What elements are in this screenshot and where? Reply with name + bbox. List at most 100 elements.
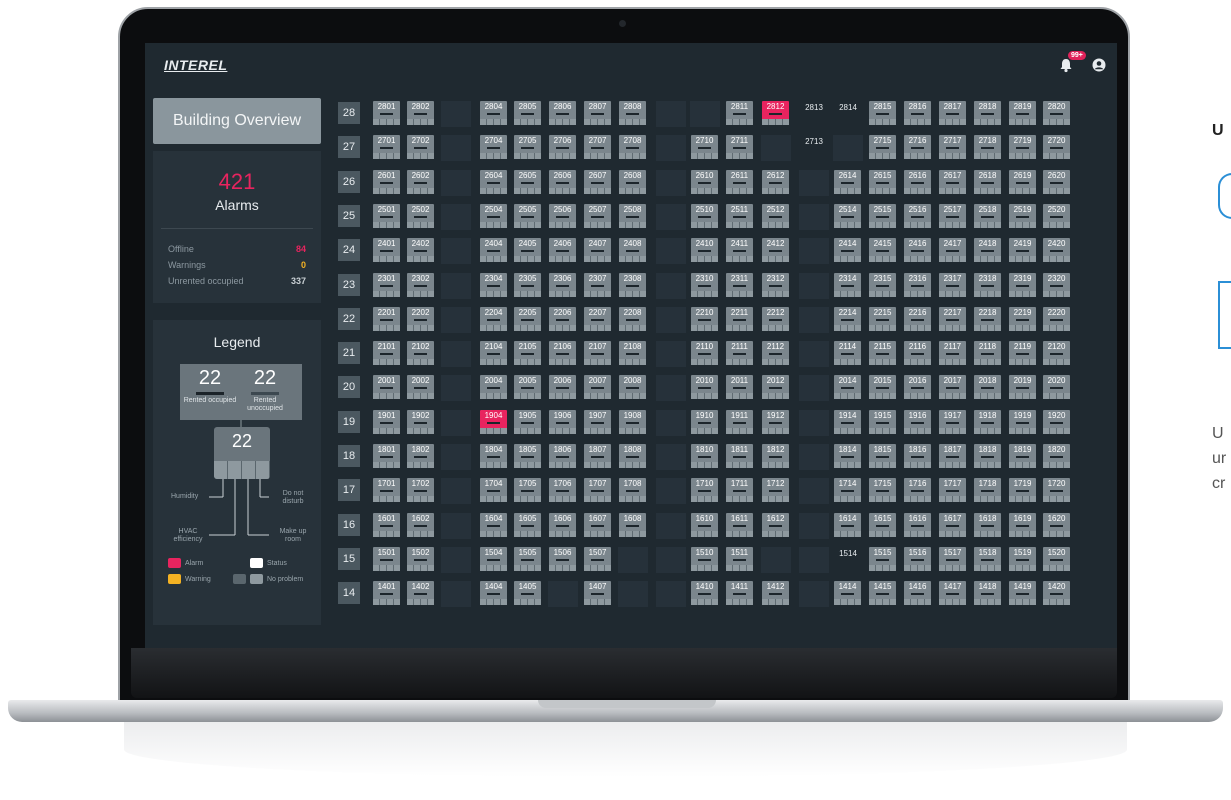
room-tile-1816[interactable]: 1816 xyxy=(904,444,931,468)
room-tile-1401[interactable]: 1401 xyxy=(373,581,400,605)
room-tile-2212[interactable]: 2212 xyxy=(762,307,789,331)
room-2813[interactable]: 2813 xyxy=(799,103,829,112)
room-tile-1818[interactable]: 1818 xyxy=(974,444,1001,468)
room-tile-1414[interactable]: 1414 xyxy=(834,581,861,605)
room-tile-1819[interactable]: 1819 xyxy=(1009,444,1036,468)
room-tile-1407[interactable]: 1407 xyxy=(584,581,611,605)
room-tile-2705[interactable]: 2705 xyxy=(514,135,541,159)
room-tile-2017[interactable]: 2017 xyxy=(939,375,966,399)
room-tile-2704[interactable]: 2704 xyxy=(480,135,507,159)
room-tile-1720[interactable]: 1720 xyxy=(1043,478,1070,502)
room-tile-1806[interactable]: 1806 xyxy=(549,444,576,468)
room-tile-1914[interactable]: 1914 xyxy=(834,410,861,434)
room-tile-2302[interactable]: 2302 xyxy=(407,273,434,297)
room-tile-2202[interactable]: 2202 xyxy=(407,307,434,331)
room-tile-2706[interactable]: 2706 xyxy=(549,135,576,159)
room-tile-1504[interactable]: 1504 xyxy=(480,547,507,571)
room-tile-1810[interactable]: 1810 xyxy=(691,444,718,468)
room-tile-1417[interactable]: 1417 xyxy=(939,581,966,605)
room-tile-2408[interactable]: 2408 xyxy=(619,238,646,262)
room-tile-1908[interactable]: 1908 xyxy=(619,410,646,434)
room-tile-2517[interactable]: 2517 xyxy=(939,204,966,228)
room-tile-1802[interactable]: 1802 xyxy=(407,444,434,468)
room-tile-1905[interactable]: 1905 xyxy=(514,410,541,434)
room-tile-1811[interactable]: 1811 xyxy=(726,444,753,468)
room-tile-2004[interactable]: 2004 xyxy=(480,375,507,399)
room-tile-1506[interactable]: 1506 xyxy=(549,547,576,571)
room-tile-2104[interactable]: 2104 xyxy=(480,341,507,365)
room-tile-2404[interactable]: 2404 xyxy=(480,238,507,262)
room-tile-2508[interactable]: 2508 xyxy=(619,204,646,228)
room-tile-1812[interactable]: 1812 xyxy=(762,444,789,468)
room-tile-1617[interactable]: 1617 xyxy=(939,513,966,537)
floor-number-22[interactable]: 22 xyxy=(338,308,360,330)
floor-number-16[interactable]: 16 xyxy=(338,514,360,536)
floor-number-17[interactable]: 17 xyxy=(338,479,360,501)
room-tile-1507[interactable]: 1507 xyxy=(584,547,611,571)
room-tile-2120[interactable]: 2120 xyxy=(1043,341,1070,365)
room-tile-2206[interactable]: 2206 xyxy=(549,307,576,331)
room-tile-2005[interactable]: 2005 xyxy=(514,375,541,399)
room-tile-1607[interactable]: 1607 xyxy=(584,513,611,537)
floor-number-18[interactable]: 18 xyxy=(338,445,360,467)
room-tile-1604[interactable]: 1604 xyxy=(480,513,507,537)
room-tile-2511[interactable]: 2511 xyxy=(726,204,753,228)
stat-row-offline[interactable]: Offline 84 xyxy=(168,244,306,254)
room-tile-1618[interactable]: 1618 xyxy=(974,513,1001,537)
room-tile-1807[interactable]: 1807 xyxy=(584,444,611,468)
room-tile-2804[interactable]: 2804 xyxy=(480,101,507,125)
room-tile-2106[interactable]: 2106 xyxy=(549,341,576,365)
room-tile-1718[interactable]: 1718 xyxy=(974,478,1001,502)
room-tile-2018[interactable]: 2018 xyxy=(974,375,1001,399)
room-tile-2617[interactable]: 2617 xyxy=(939,170,966,194)
room-tile-2414[interactable]: 2414 xyxy=(834,238,861,262)
room-tile-1707[interactable]: 1707 xyxy=(584,478,611,502)
room-tile-1501[interactable]: 1501 xyxy=(373,547,400,571)
room-tile-2117[interactable]: 2117 xyxy=(939,341,966,365)
room-tile-1815[interactable]: 1815 xyxy=(869,444,896,468)
room-tile-2006[interactable]: 2006 xyxy=(549,375,576,399)
room-tile-2708[interactable]: 2708 xyxy=(619,135,646,159)
room-tile-1714[interactable]: 1714 xyxy=(834,478,861,502)
room-tile-1611[interactable]: 1611 xyxy=(726,513,753,537)
room-tile-2604[interactable]: 2604 xyxy=(480,170,507,194)
room-tile-1708[interactable]: 1708 xyxy=(619,478,646,502)
room-tile-2015[interactable]: 2015 xyxy=(869,375,896,399)
room-tile-1804[interactable]: 1804 xyxy=(480,444,507,468)
room-tile-1619[interactable]: 1619 xyxy=(1009,513,1036,537)
room-tile-1601[interactable]: 1601 xyxy=(373,513,400,537)
room-tile-1502[interactable]: 1502 xyxy=(407,547,434,571)
room-tile-1412[interactable]: 1412 xyxy=(762,581,789,605)
room-tile-2802[interactable]: 2802 xyxy=(407,101,434,125)
room-tile-2405[interactable]: 2405 xyxy=(514,238,541,262)
room-tile-2817[interactable]: 2817 xyxy=(939,101,966,125)
room-tile-2718[interactable]: 2718 xyxy=(974,135,1001,159)
room-tile-2806[interactable]: 2806 xyxy=(549,101,576,125)
room-tile-1404[interactable]: 1404 xyxy=(480,581,507,605)
room-tile-2304[interactable]: 2304 xyxy=(480,273,507,297)
room-tile-1912[interactable]: 1912 xyxy=(762,410,789,434)
interel-logo[interactable]: INTEREL xyxy=(164,57,227,73)
room-tile-1606[interactable]: 1606 xyxy=(549,513,576,537)
room-tile-2504[interactable]: 2504 xyxy=(480,204,507,228)
room-tile-1717[interactable]: 1717 xyxy=(939,478,966,502)
room-tile-1608[interactable]: 1608 xyxy=(619,513,646,537)
room-tile-2010[interactable]: 2010 xyxy=(691,375,718,399)
room-tile-1920[interactable]: 1920 xyxy=(1043,410,1070,434)
room-tile-2214[interactable]: 2214 xyxy=(834,307,861,331)
room-tile-2410[interactable]: 2410 xyxy=(691,238,718,262)
room-tile-1916[interactable]: 1916 xyxy=(904,410,931,434)
room-tile-2420[interactable]: 2420 xyxy=(1043,238,1070,262)
room-tile-1901[interactable]: 1901 xyxy=(373,410,400,434)
room-tile-1515[interactable]: 1515 xyxy=(869,547,896,571)
room-tile-2805[interactable]: 2805 xyxy=(514,101,541,125)
stat-row-warnings[interactable]: Warnings 0 xyxy=(168,260,306,270)
room-tile-2801[interactable]: 2801 xyxy=(373,101,400,125)
room-tile-1814[interactable]: 1814 xyxy=(834,444,861,468)
room-tile-2204[interactable]: 2204 xyxy=(480,307,507,331)
room-tile-1612[interactable]: 1612 xyxy=(762,513,789,537)
room-tile-1402[interactable]: 1402 xyxy=(407,581,434,605)
room-tile-2314[interactable]: 2314 xyxy=(834,273,861,297)
room-tile-1420[interactable]: 1420 xyxy=(1043,581,1070,605)
room-tile-1917[interactable]: 1917 xyxy=(939,410,966,434)
